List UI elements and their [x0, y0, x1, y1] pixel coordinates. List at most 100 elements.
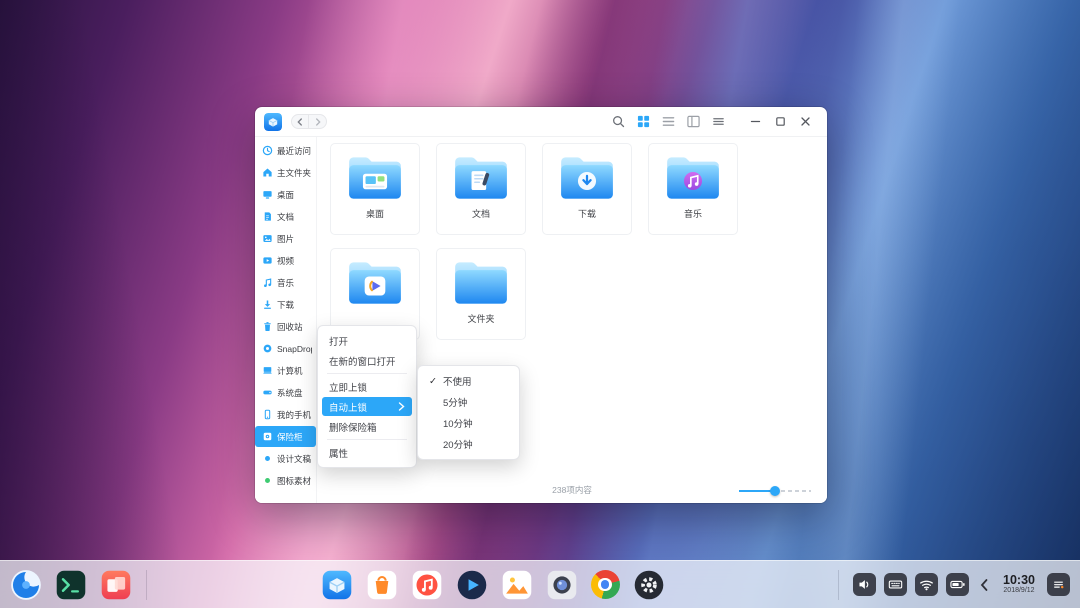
menu-item-properties[interactable]: 属性 — [322, 443, 412, 462]
folder-card-downloads[interactable]: 下载 — [542, 143, 632, 235]
sidebar-item-label: 文档 — [277, 211, 294, 223]
menu-item-label: 10分钟 — [443, 416, 473, 430]
minimize-button[interactable] — [743, 111, 768, 133]
menu-item-label: 立即上锁 — [329, 380, 367, 394]
sidebar-item-desktop[interactable]: 桌面 — [255, 184, 316, 205]
tray-collapse-button[interactable] — [977, 573, 991, 596]
clock-icon — [262, 145, 273, 156]
dock-left-group — [10, 569, 132, 601]
camera-icon[interactable] — [546, 569, 578, 601]
gallery-icon[interactable] — [501, 569, 533, 601]
sidebar-item-home[interactable]: 主文件夹 — [255, 162, 316, 183]
file-manager-app-icon — [264, 113, 282, 131]
check-icon: ✓ — [429, 376, 437, 387]
terminal-icon[interactable] — [55, 569, 87, 601]
folder-icon — [556, 153, 618, 203]
menu-item-label: 打开 — [329, 334, 348, 348]
grid-view-button[interactable] — [635, 113, 652, 130]
sidebar-item-label: 视频 — [277, 255, 294, 267]
movie-player-icon[interactable] — [456, 569, 488, 601]
maximize-button[interactable] — [768, 111, 793, 133]
submenu-item-10min[interactable]: 10分钟 — [422, 413, 515, 433]
folder-icon — [344, 258, 406, 308]
sidebar-item-label: 设计文稿 — [277, 453, 311, 465]
folder-card-music[interactable]: 音乐 — [648, 143, 738, 235]
home-icon — [262, 167, 273, 178]
search-button[interactable] — [610, 113, 627, 130]
app-store-icon[interactable] — [366, 569, 398, 601]
submenu-item-5min[interactable]: 5分钟 — [422, 392, 515, 412]
list-view-button[interactable] — [660, 113, 677, 130]
slider-handle[interactable] — [770, 486, 780, 496]
clock-date: 2018/9/12 — [1003, 587, 1034, 594]
wifi-icon[interactable] — [915, 573, 938, 596]
sidebar-item-documents[interactable]: 文档 — [255, 206, 316, 227]
sidebar-item-label: 回收站 — [277, 321, 303, 333]
keyboard-layout-icon[interactable] — [884, 573, 907, 596]
folder-label: 文件夹 — [467, 312, 494, 325]
columns-view-button[interactable] — [685, 113, 702, 130]
trash-icon — [262, 321, 273, 332]
file-manager-icon[interactable] — [321, 569, 353, 601]
menu-button[interactable] — [710, 113, 727, 130]
sidebar-item-label: 桌面 — [277, 189, 294, 201]
columns-view-icon — [687, 115, 700, 128]
chevron-left-icon — [296, 118, 304, 126]
folder-card-plain[interactable]: 文件夹 — [436, 248, 526, 340]
snapdrop-icon — [262, 343, 273, 354]
launcher-icon[interactable] — [10, 569, 42, 601]
menu-item-delete-vault[interactable]: 删除保险箱 — [322, 417, 412, 436]
sidebar-item-videos[interactable]: 视频 — [255, 250, 316, 271]
folder-card-documents[interactable]: 文档 — [436, 143, 526, 235]
green-tag-icon — [262, 475, 273, 486]
music-player-icon[interactable] — [411, 569, 443, 601]
chrome-icon[interactable] — [591, 570, 620, 599]
sidebar-item-recent[interactable]: 最近访问 — [255, 140, 316, 161]
multitasking-icon[interactable] — [100, 569, 132, 601]
battery-icon[interactable] — [946, 573, 969, 596]
sidebar-item-system-disk[interactable]: 系统盘 — [255, 382, 316, 403]
sidebar-item-pictures[interactable]: 图片 — [255, 228, 316, 249]
folder-icon — [450, 153, 512, 203]
clock[interactable]: 10:30 2018/9/12 — [1003, 574, 1035, 594]
sidebar: 最近访问 主文件夹 桌面 文档 图片 视频 — [255, 137, 317, 503]
menu-item-label: 在新的窗口打开 — [329, 354, 396, 368]
status-bar: 238项内容 — [317, 484, 827, 498]
folder-icon — [344, 153, 406, 203]
notification-center-icon[interactable] — [1047, 573, 1070, 596]
sidebar-item-icon-assets-tag[interactable]: 图标素材 — [255, 470, 316, 491]
submenu-item-20min[interactable]: 20分钟 — [422, 434, 515, 454]
menu-item-open-in-new-window[interactable]: 在新的窗口打开 — [322, 351, 412, 370]
sidebar-item-snapdrop[interactable]: SnapDrop — [255, 338, 316, 359]
menu-item-label: 属性 — [329, 446, 348, 460]
volume-icon[interactable] — [853, 573, 876, 596]
window-controls — [743, 111, 818, 133]
sidebar-item-label: 图片 — [277, 233, 294, 245]
sidebar-item-my-phone[interactable]: 我的手机 — [255, 404, 316, 425]
control-center-icon[interactable] — [633, 569, 665, 601]
clock-time: 10:30 — [1003, 574, 1035, 587]
sidebar-item-downloads[interactable]: 下载 — [255, 294, 316, 315]
sidebar-item-vault[interactable]: 保险柜 — [255, 426, 316, 447]
menu-item-lock-now[interactable]: 立即上锁 — [322, 377, 412, 396]
sidebar-item-trash[interactable]: 回收站 — [255, 316, 316, 337]
menu-divider — [327, 373, 407, 374]
folder-grid: 桌面 文档 — [317, 137, 827, 340]
sidebar-item-music[interactable]: 音乐 — [255, 272, 316, 293]
sidebar-item-computer[interactable]: 计算机 — [255, 360, 316, 381]
icon-size-slider[interactable] — [739, 485, 811, 497]
back-button[interactable] — [291, 114, 309, 129]
menu-item-label: 不使用 — [443, 374, 472, 388]
titlebar[interactable] — [255, 107, 827, 137]
forward-button[interactable] — [309, 114, 327, 129]
sidebar-item-design-tag[interactable]: 设计文稿 — [255, 448, 316, 469]
menu-item-open[interactable]: 打开 — [322, 331, 412, 350]
folder-card-desktop[interactable]: 桌面 — [330, 143, 420, 235]
close-button[interactable] — [793, 111, 818, 133]
submenu-item-never[interactable]: ✓ 不使用 — [422, 371, 515, 391]
sidebar-item-label: 保险柜 — [277, 431, 303, 443]
menu-item-label: 20分钟 — [443, 437, 473, 451]
chevron-right-icon — [314, 118, 322, 126]
sidebar-item-label: 我的手机 — [277, 409, 311, 421]
menu-item-auto-lock[interactable]: 自动上锁 — [322, 397, 412, 416]
